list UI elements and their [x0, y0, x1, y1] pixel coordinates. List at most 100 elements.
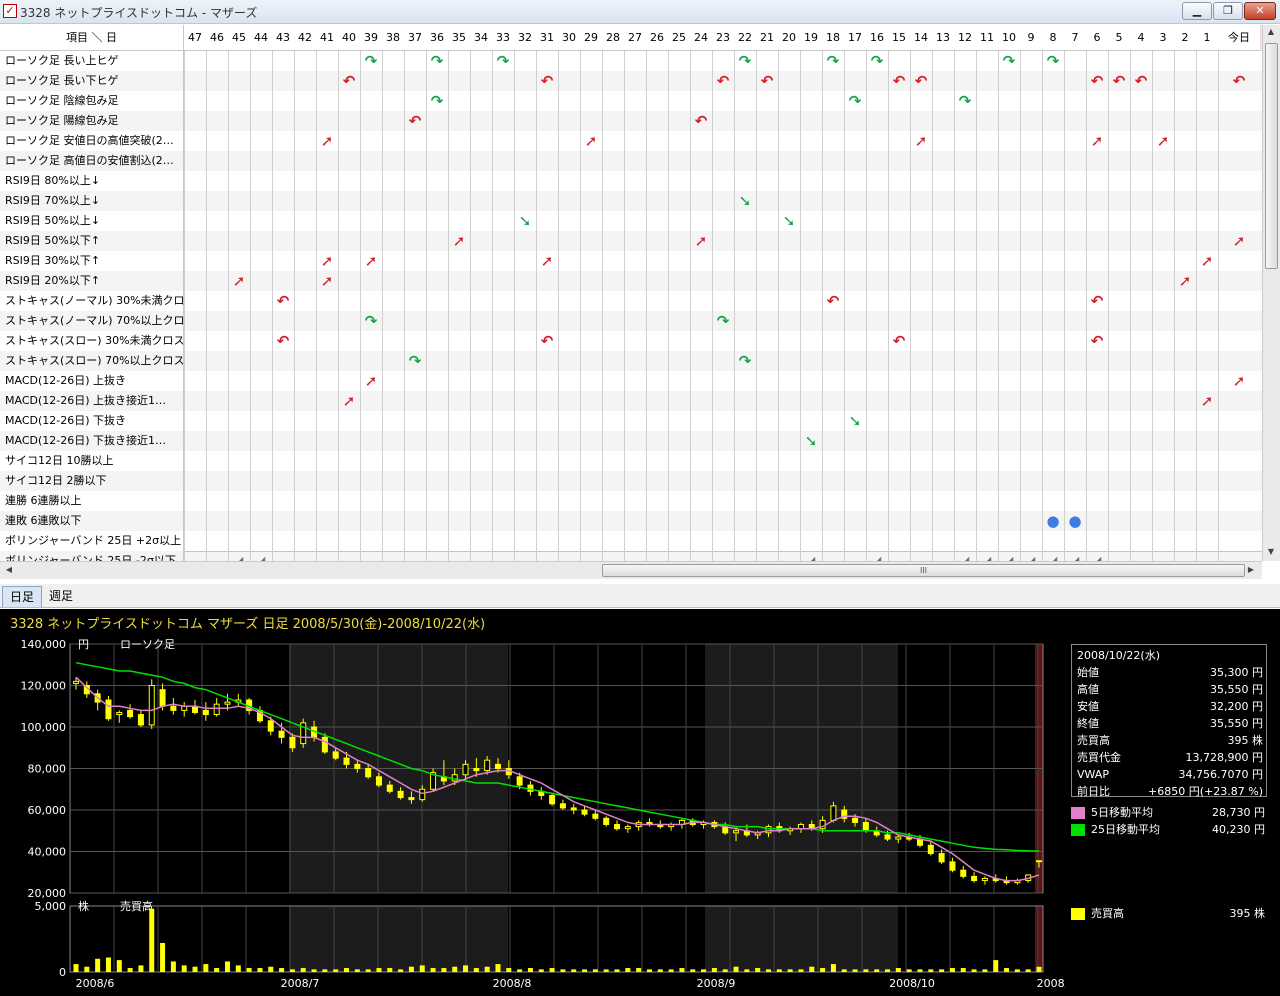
signal-ar-icon[interactable]: ➚: [228, 272, 250, 290]
signal-up-icon[interactable]: ↷: [954, 92, 976, 110]
scroll-left-arrow[interactable]: ◀: [2, 565, 16, 574]
signal-ar-icon[interactable]: ➚: [338, 392, 360, 410]
signal-up-icon[interactable]: ↷: [426, 52, 448, 70]
signal-dn-icon[interactable]: ↶: [690, 112, 712, 130]
column-header[interactable]: 17: [844, 25, 866, 51]
signal-boll-icon[interactable]: ◢: [800, 552, 822, 561]
signal-dn-icon[interactable]: ↶: [338, 72, 360, 90]
signal-ar-icon[interactable]: ➚: [316, 272, 338, 290]
signal-boll-icon[interactable]: ◢: [1064, 552, 1086, 561]
row-label[interactable]: サイコ12日 2勝以下: [0, 471, 184, 491]
signal-ard-icon[interactable]: ➘: [734, 192, 756, 210]
row-label[interactable]: ローソク足 安値日の高値突破(2…: [0, 131, 184, 151]
signal-dn-icon[interactable]: ↶: [1086, 72, 1108, 90]
row-label[interactable]: RSI9日 50%以下↑: [0, 231, 184, 251]
signal-up-icon[interactable]: ↷: [712, 312, 734, 330]
column-header[interactable]: 36: [426, 25, 448, 51]
signal-ard-icon[interactable]: ➘: [844, 412, 866, 430]
row-label[interactable]: ローソク足 陰線包み足: [0, 91, 184, 111]
column-header[interactable]: 30: [558, 25, 580, 51]
signal-dn-icon[interactable]: ↶: [404, 112, 426, 130]
row-label[interactable]: RSI9日 80%以上↓: [0, 171, 184, 191]
column-header[interactable]: 10: [998, 25, 1020, 51]
signal-boll-icon[interactable]: ◢: [866, 552, 888, 561]
column-header[interactable]: 33: [492, 25, 514, 51]
signal-ard-icon[interactable]: ➘: [800, 432, 822, 450]
column-header[interactable]: 45: [228, 25, 250, 51]
column-header[interactable]: 5: [1108, 25, 1130, 51]
signal-dn-icon[interactable]: ↶: [756, 72, 778, 90]
column-header[interactable]: 32: [514, 25, 536, 51]
row-label[interactable]: RSI9日 30%以下↑: [0, 251, 184, 271]
row-label[interactable]: ローソク足 高値日の安値割込(2…: [0, 151, 184, 171]
row-label[interactable]: RSI9日 70%以上↓: [0, 191, 184, 211]
column-header[interactable]: 25: [668, 25, 690, 51]
column-header[interactable]: 35: [448, 25, 470, 51]
signal-up-icon[interactable]: ↷: [822, 52, 844, 70]
signal-ar-icon[interactable]: ➚: [1228, 232, 1250, 250]
row-label[interactable]: ボリンジャーバンド 25日 -2σ以下: [0, 551, 184, 561]
vertical-scroll-thumb[interactable]: [1265, 43, 1278, 269]
signal-dn-icon[interactable]: ↶: [536, 332, 558, 350]
row-label[interactable]: MACD(12-26日) 下抜き: [0, 411, 184, 431]
signal-dn-icon[interactable]: ↶: [1228, 72, 1250, 90]
signal-dn-icon[interactable]: ↶: [888, 72, 910, 90]
column-header[interactable]: 29: [580, 25, 602, 51]
signal-dn-icon[interactable]: ↶: [1108, 72, 1130, 90]
signal-up-icon[interactable]: ↷: [866, 52, 888, 70]
row-label[interactable]: RSI9日 20%以下↑: [0, 271, 184, 291]
signal-boll-icon[interactable]: ◢: [998, 552, 1020, 561]
scroll-right-arrow[interactable]: ▶: [1244, 565, 1258, 574]
signal-dn-icon[interactable]: ↶: [536, 72, 558, 90]
signal-dn-icon[interactable]: ↶: [888, 332, 910, 350]
signal-up-icon[interactable]: ↷: [492, 52, 514, 70]
row-label[interactable]: ローソク足 陽線包み足: [0, 111, 184, 131]
minimize-button[interactable]: ▁: [1182, 2, 1212, 20]
row-label[interactable]: サイコ12日 10勝以上: [0, 451, 184, 471]
column-header[interactable]: 23: [712, 25, 734, 51]
column-header[interactable]: 27: [624, 25, 646, 51]
signal-ar-icon[interactable]: ➚: [1152, 132, 1174, 150]
row-label[interactable]: MACD(12-26日) 下抜き接近1…: [0, 431, 184, 451]
column-header[interactable]: 28: [602, 25, 624, 51]
signal-boll-icon[interactable]: ◢: [954, 552, 976, 561]
column-header[interactable]: 1: [1196, 25, 1218, 51]
column-header[interactable]: 19: [800, 25, 822, 51]
signal-dn-icon[interactable]: ↶: [272, 332, 294, 350]
signal-ar-icon[interactable]: ➚: [580, 132, 602, 150]
signal-boll-icon[interactable]: ◢: [250, 552, 272, 561]
column-header[interactable]: 21: [756, 25, 778, 51]
row-label[interactable]: ストキャス(スロー) 30%未満クロス: [0, 331, 184, 351]
signal-drop-icon[interactable]: ●: [1064, 512, 1086, 530]
signal-dn-icon[interactable]: ↶: [712, 72, 734, 90]
signal-up-icon[interactable]: ↷: [426, 92, 448, 110]
column-header[interactable]: 26: [646, 25, 668, 51]
signal-ar-icon[interactable]: ➚: [1086, 132, 1108, 150]
signal-ar-icon[interactable]: ➚: [1174, 272, 1196, 290]
column-header[interactable]: 31: [536, 25, 558, 51]
signal-ar-icon[interactable]: ➚: [316, 252, 338, 270]
column-header[interactable]: 20: [778, 25, 800, 51]
column-header[interactable]: 38: [382, 25, 404, 51]
signal-up-icon[interactable]: ↷: [1042, 52, 1064, 70]
vertical-scrollbar[interactable]: ▲ ▼: [1262, 25, 1280, 561]
column-header[interactable]: 37: [404, 25, 426, 51]
row-label[interactable]: ローソク足 長い上ヒゲ: [0, 51, 184, 71]
signal-boll-icon[interactable]: ◢: [976, 552, 998, 561]
signal-ar-icon[interactable]: ➚: [360, 372, 382, 390]
signal-dn-icon[interactable]: ↶: [822, 292, 844, 310]
column-header[interactable]: 8: [1042, 25, 1064, 51]
column-header[interactable]: 15: [888, 25, 910, 51]
signal-boll-icon[interactable]: ◢: [1042, 552, 1064, 561]
column-header[interactable]: 22: [734, 25, 756, 51]
signal-dn-icon[interactable]: ↶: [1130, 72, 1152, 90]
horizontal-scroll-thumb[interactable]: III: [602, 564, 1245, 577]
row-label[interactable]: ローソク足 長い下ヒゲ: [0, 71, 184, 91]
maximize-button[interactable]: ❐: [1213, 2, 1243, 20]
signal-dn-icon[interactable]: ↶: [272, 292, 294, 310]
signal-ar-icon[interactable]: ➚: [448, 232, 470, 250]
signal-dn-icon[interactable]: ↶: [1086, 292, 1108, 310]
signal-boll-icon[interactable]: ◢: [1020, 552, 1042, 561]
column-header[interactable]: 34: [470, 25, 492, 51]
signal-ar-icon[interactable]: ➚: [360, 252, 382, 270]
